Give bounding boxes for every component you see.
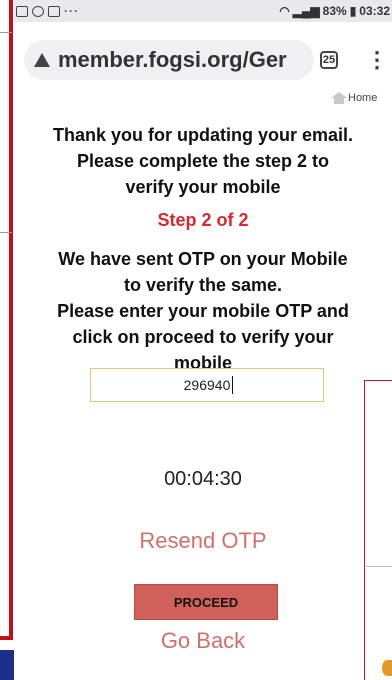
text-cursor	[232, 376, 233, 394]
home-icon	[331, 92, 347, 104]
instruction-line: click on proceed to verify your	[72, 327, 334, 347]
instruction-line: Please enter your mobile OTP and	[57, 301, 349, 321]
otp-instructions: We have sent OTP on your Mobile to verif…	[14, 246, 392, 376]
background-dialog	[364, 380, 392, 680]
heading-line: verify your mobile	[125, 177, 281, 197]
frame-left-bottom	[0, 636, 13, 640]
clock: 03:32	[359, 4, 390, 18]
status-bar: ··· ◠ ▂▄▆ 83% ▮ 03:32	[14, 0, 392, 22]
go-back-link[interactable]: Go Back	[14, 628, 392, 654]
whatsapp-icon	[32, 5, 44, 17]
heading-line: Please complete the step 2 to	[76, 151, 330, 171]
heading-line: Thank you for updating your email.	[52, 125, 354, 145]
breadcrumb-home[interactable]: Home	[331, 92, 378, 104]
wifi-icon: ◠	[279, 4, 290, 18]
screen: ··· ◠ ▂▄▆ 83% ▮ 03:32 member.fogsi.org/G…	[0, 0, 392, 680]
background-line	[0, 232, 12, 233]
otp-input[interactable]	[90, 368, 324, 402]
not-secure-warning-icon[interactable]	[34, 53, 50, 67]
otp-countdown-timer: 00:04:30	[164, 468, 242, 490]
more-notifications: ···	[64, 4, 79, 18]
browser-menu-button[interactable]: ⋮	[366, 47, 388, 73]
url-text: member.fogsi.org/Ger	[58, 47, 287, 72]
battery-percent: 83%	[322, 4, 347, 18]
proceed-button[interactable]: PROCEED	[134, 584, 278, 620]
background-divider	[366, 566, 392, 567]
breadcrumb-home-label: Home	[348, 92, 378, 104]
step-indicator: Step 2 of 2	[157, 210, 249, 230]
tab-switcher-button[interactable]: 25	[320, 51, 338, 69]
resend-otp-link[interactable]: Resend OTP	[14, 528, 392, 554]
browser-toolbar: member.fogsi.org/Ger 25 ⋮	[14, 22, 392, 92]
gallery-icon	[16, 5, 28, 17]
message-icon	[48, 5, 60, 17]
background-navy-strip	[0, 650, 14, 680]
frame-left-border	[9, 0, 13, 640]
signal-icon: ▂▄▆	[292, 4, 320, 18]
battery-icon: ▮	[349, 4, 357, 18]
address-bar[interactable]: member.fogsi.org/Ger	[24, 40, 314, 80]
background-line	[0, 32, 12, 33]
instruction-line: We have sent OTP on your Mobile	[58, 249, 348, 269]
background-badge	[382, 660, 392, 676]
instruction-line: to verify the same.	[123, 275, 283, 295]
page-title: Thank you for updating your email. Pleas…	[14, 122, 392, 200]
